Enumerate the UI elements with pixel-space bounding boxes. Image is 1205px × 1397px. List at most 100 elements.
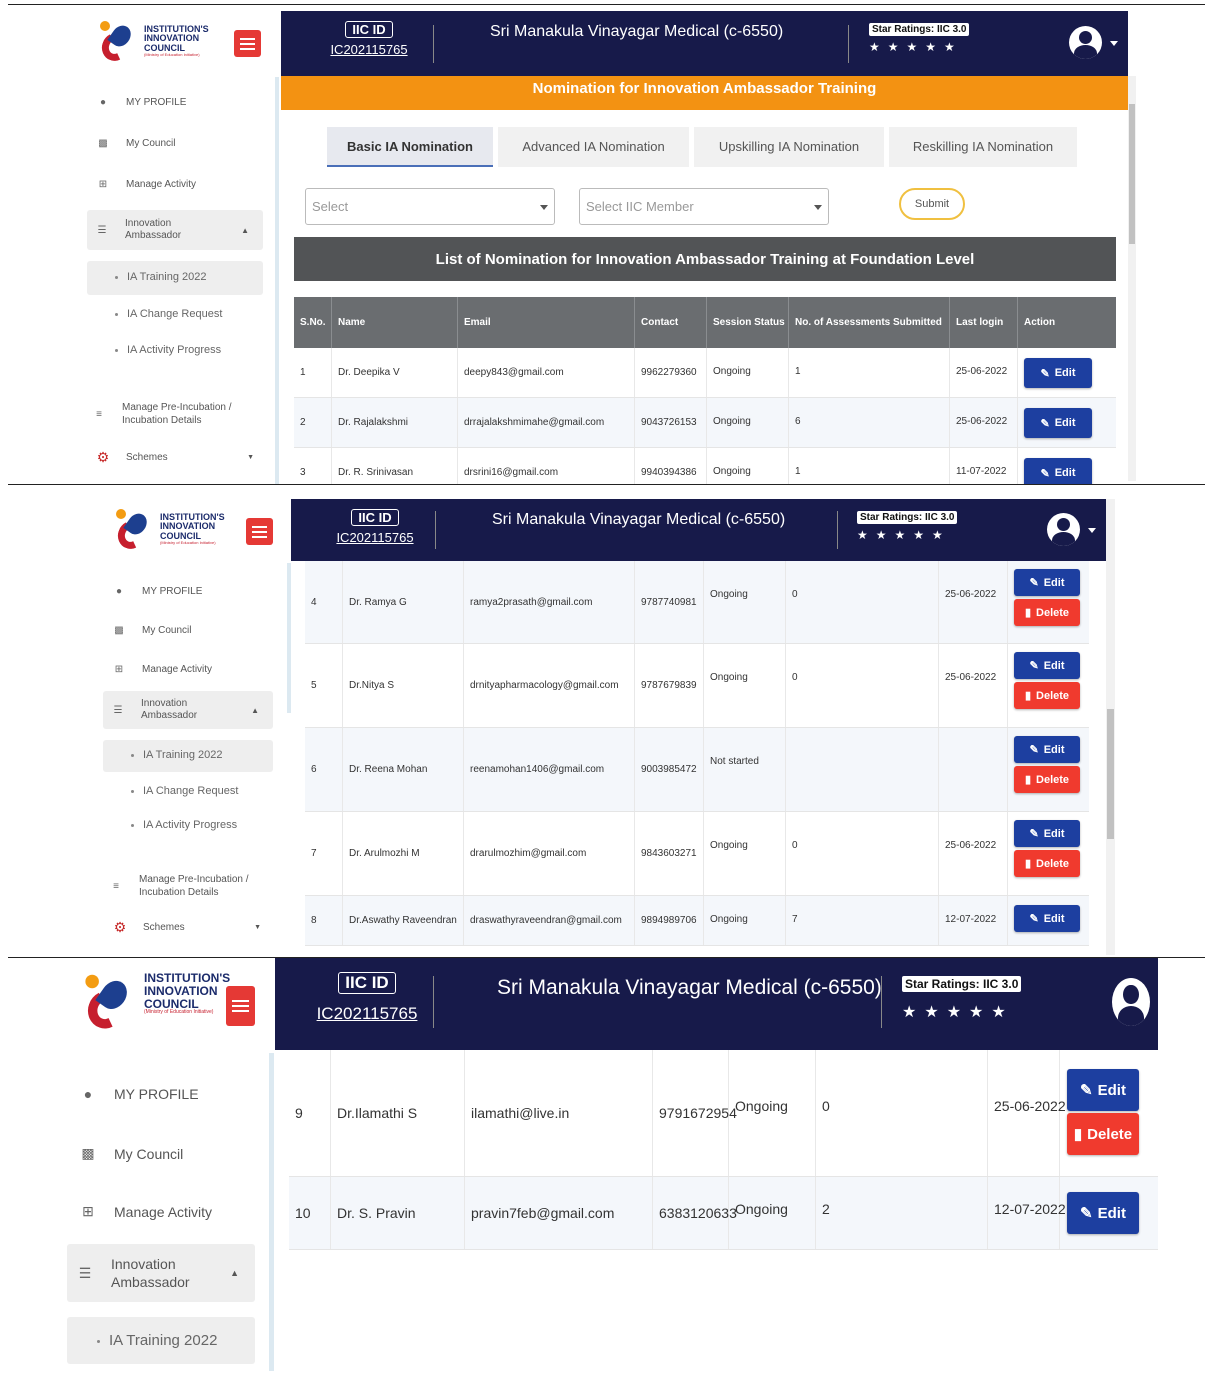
main-scrollbar[interactable]	[1106, 499, 1115, 955]
cell-contact: 9940394386	[635, 448, 707, 484]
cell-name: Dr.Nitya S	[343, 644, 464, 727]
sidebar-item-manage-activity[interactable]: ⊞ Manage Activity	[112, 664, 212, 675]
sidebar-item-ia-training[interactable]: IA Training 2022	[87, 261, 263, 295]
sidebar-label: IA Change Request	[143, 785, 239, 797]
sidebar-label: IA Activity Progress	[127, 344, 222, 356]
tab-reskilling[interactable]: Reskilling IA Nomination	[889, 127, 1077, 167]
sidebar-item-manage-activity[interactable]: ⊞ Manage Activity	[96, 179, 196, 190]
main-scrollbar[interactable]	[1128, 76, 1136, 481]
sidebar-scrollbar[interactable]	[287, 563, 291, 713]
edit-button[interactable]: ✎ Edit	[1014, 569, 1080, 596]
edit-button[interactable]: ✎ Edit	[1067, 1069, 1139, 1111]
cell-sno: 9	[289, 1050, 331, 1176]
edit-button[interactable]: ✎ Edit	[1014, 820, 1080, 847]
cell-name: Dr. Arulmozhi M	[343, 812, 464, 895]
iic-id-link[interactable]: IC202115765	[315, 1004, 419, 1024]
sidebar-item-my-profile[interactable]: ● MY PROFILE	[112, 586, 202, 597]
submit-button[interactable]: Submit	[899, 188, 965, 220]
sidebar-item-my-council[interactable]: ▩ My Council	[96, 138, 175, 149]
cell-email: drarulmozhim@gmail.com	[464, 812, 635, 895]
pencil-icon: ✎	[1080, 1205, 1093, 1222]
edit-button[interactable]: ✎ Edit	[1067, 1192, 1139, 1234]
avatar-icon[interactable]	[1047, 513, 1080, 546]
edit-button[interactable]: ✎ Edit	[1014, 736, 1080, 763]
tab-basic[interactable]: Basic IA Nomination	[327, 127, 493, 167]
sidebar-item-my-profile[interactable]: ● MY PROFILE	[80, 1086, 199, 1102]
sidebar-label: Manage Activity	[142, 664, 213, 675]
table-row: 8 Dr.Aswathy Raveendran draswathyraveendra…	[305, 896, 1089, 946]
iic-member-select[interactable]: Select IIC Member	[579, 188, 829, 225]
avatar-icon[interactable]	[1112, 978, 1150, 1026]
pencil-icon: ✎	[1040, 417, 1050, 430]
sidebar-scrollbar[interactable]	[275, 77, 279, 485]
logo-text-4: (Ministry of Education Initiative)	[160, 540, 216, 546]
sidebar-item-ia-change-request[interactable]: IA Change Request	[131, 785, 238, 797]
sidebar-label: My Council	[114, 1145, 184, 1162]
delete-button[interactable]: ▮ Delete	[1014, 682, 1080, 709]
sidebar-item-my-council[interactable]: ▩ My Council	[80, 1145, 183, 1162]
institution-title: Sri Manakula Vinayagar Medical (c-6550)	[490, 23, 784, 40]
col-contact: Contact	[635, 297, 707, 348]
sidebar-item-my-council[interactable]: ▩ My Council	[112, 625, 191, 636]
sidebar-label: IA Training 2022	[109, 1332, 218, 1349]
cell-sno: 8	[305, 896, 343, 945]
sidebar: INSTITUTION'S INNOVATION COUNCIL (Minist…	[8, 5, 280, 484]
sidebar-item-manage-activity[interactable]: ⊞ Manage Activity	[80, 1203, 212, 1220]
sidebar-item-ia-activity-progress[interactable]: IA Activity Progress	[115, 344, 221, 356]
grid-icon: ⊞	[98, 179, 108, 190]
edit-button[interactable]: ✎ Edit	[1014, 905, 1080, 932]
delete-button[interactable]: ▮ Delete	[1014, 850, 1080, 877]
sidebar-item-schemes[interactable]: ⚙ Schemes ▼	[94, 449, 254, 466]
sidebar-scrollbar[interactable]	[269, 1053, 274, 1371]
sidebar-item-innovation-ambassador[interactable]: ☰ Innovation Ambassador ▲	[87, 210, 263, 250]
edit-button[interactable]: ✎ Edit	[1024, 458, 1092, 484]
edit-button[interactable]: ✎ Edit	[1014, 652, 1080, 679]
cell-contact: 9843603271	[635, 812, 704, 895]
edit-label: Edit	[1054, 367, 1076, 379]
table-row: 10 Dr. S. Pravin pravin7feb@gmail.com 63831…	[289, 1177, 1158, 1250]
edit-square-icon: ▩	[114, 625, 124, 636]
cell-status: Ongoing	[704, 896, 786, 945]
col-name: Name	[332, 297, 458, 348]
cell-last-login: 12-07-2022	[939, 896, 1008, 945]
edit-button[interactable]: ✎ Edit	[1024, 408, 1092, 438]
iic-id-block: IIC ID IC202115765	[315, 972, 419, 1024]
sidebar-item-innovation-ambassador[interactable]: ☰ Innovation Ambassador ▲	[103, 691, 273, 729]
screenshot-frame-3: INSTITUTION'S INNOVATION COUNCIL (Minist…	[8, 957, 1205, 1397]
sidebar-item-ia-training[interactable]: IA Training 2022	[67, 1317, 255, 1364]
sidebar-item-my-profile[interactable]: ● MY PROFILE	[96, 97, 186, 108]
cell-contact: 9003985472	[635, 728, 704, 811]
iic-id-link[interactable]: IC202115765	[325, 530, 425, 545]
delete-button[interactable]: ▮ Delete	[1067, 1113, 1139, 1155]
cell-assessments: 1	[789, 348, 950, 397]
tab-upskilling[interactable]: Upskilling IA Nomination	[694, 127, 884, 167]
edit-button[interactable]: ✎ Edit	[1024, 358, 1092, 388]
delete-button[interactable]: ▮ Delete	[1014, 599, 1080, 626]
rating-stars: ★★★★★	[857, 528, 951, 542]
sidebar-item-innovation-ambassador[interactable]: ☰ Innovation Ambassador ▲	[67, 1244, 255, 1302]
iic-id-link[interactable]: IC202115765	[319, 42, 419, 57]
sidebar-item-ia-training[interactable]: IA Training 2022	[103, 740, 273, 772]
cell-email: drsrini16@gmail.com	[458, 448, 635, 484]
avatar-caret-icon[interactable]	[1088, 528, 1096, 533]
list-icon: ☰	[113, 704, 123, 716]
avatar-caret-icon[interactable]	[1110, 41, 1118, 46]
sidebar-item-schemes[interactable]: ⚙ Schemes ▼	[111, 919, 261, 936]
nomination-select[interactable]: Select	[305, 188, 555, 225]
star-rating: Star Ratings: IIC 3.0 ★★★★★	[857, 511, 958, 542]
sidebar-item-ia-activity-progress[interactable]: IA Activity Progress	[131, 819, 237, 831]
hamburger-icon[interactable]	[246, 518, 273, 545]
sidebar-label: My Council	[126, 138, 176, 149]
sidebar-label: IA Change Request	[127, 308, 223, 320]
pencil-icon: ✎	[1029, 577, 1039, 589]
delete-button[interactable]: ▮ Delete	[1014, 766, 1080, 793]
sidebar-item-pre-incubation[interactable]: ≡ Manage Pre-Incubation / Incubation Deta…	[109, 874, 269, 899]
hamburger-icon[interactable]	[226, 986, 255, 1026]
avatar-icon[interactable]	[1069, 26, 1102, 59]
top-header: IIC ID IC202115765 Sri Manakula Vinayaga…	[275, 958, 1158, 1050]
chevron-up-icon: ▲	[230, 1268, 239, 1278]
sidebar-item-ia-change-request[interactable]: IA Change Request	[115, 308, 222, 320]
hamburger-icon[interactable]	[234, 30, 261, 57]
sidebar-item-pre-incubation[interactable]: ≡ Manage Pre-Incubation / Incubation Deta…	[92, 402, 252, 427]
tab-advanced[interactable]: Advanced IA Nomination	[498, 127, 689, 167]
